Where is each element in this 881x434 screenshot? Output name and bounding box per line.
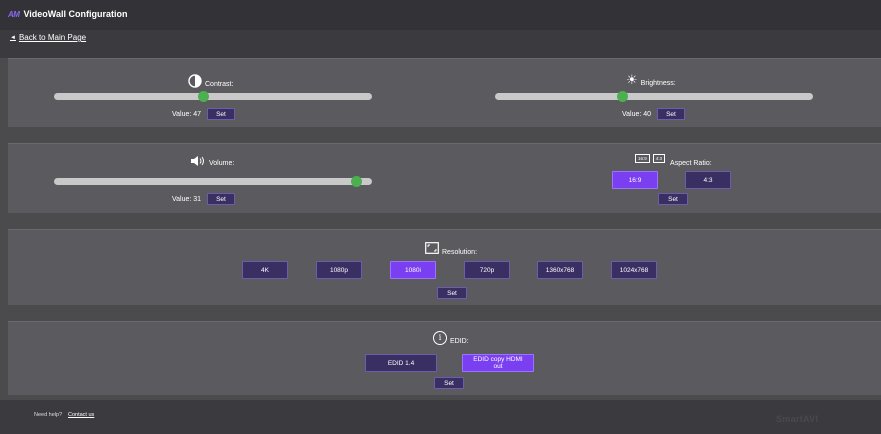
edid-set-button[interactable]: Set — [434, 377, 464, 389]
brightness-value-row: Value: 40 Set — [622, 108, 685, 120]
contact-us-link[interactable]: Contact us — [68, 412, 94, 418]
resolution-720p-button[interactable]: 720p — [464, 261, 510, 279]
app-title: AM VideoWall Configuration — [8, 9, 127, 19]
back-to-main-link[interactable]: ◄ Back to Main Page — [10, 33, 86, 42]
contrast-slider[interactable] — [54, 91, 372, 102]
brightness-label-text: Brightness: — [640, 80, 676, 87]
resolution-set-button[interactable]: Set — [437, 287, 467, 299]
resolution-label-text: Resolution: — [442, 249, 478, 256]
brightness-slider-handle[interactable] — [616, 91, 628, 102]
volume-set-button[interactable]: Set — [207, 193, 235, 205]
title-bar: AM VideoWall Configuration — [0, 0, 881, 30]
resolution-icon — [425, 241, 439, 254]
aspect-43-icon: 4:3 — [652, 154, 666, 163]
aspect-ratio-label-text: Aspect Ratio: — [670, 160, 712, 167]
volume-value: Value: 31 — [172, 195, 202, 203]
volume-label-text: Volume: — [209, 160, 235, 167]
resolution-1080i-button[interactable]: 1080i — [390, 261, 436, 279]
nav-bar: ◄ Back to Main Page — [0, 30, 881, 58]
brightness-label: ☀ Brightness: — [626, 72, 676, 87]
back-arrow-icon: ◄ — [10, 34, 16, 41]
volume-label: Volume: — [190, 154, 234, 167]
aspect-ratio-label: 16:9 4:3 Aspect Ratio: — [635, 150, 712, 167]
contrast-slider-handle[interactable] — [197, 91, 209, 102]
volume-value-row: Value: 31 Set — [172, 193, 235, 205]
info-icon: i — [433, 330, 447, 345]
back-link-label: Back to Main Page — [18, 33, 87, 42]
logo: AM — [8, 9, 20, 19]
edid-label: i EDID: — [433, 330, 469, 345]
aspect-set-button[interactable]: Set — [658, 193, 688, 205]
edid-label-text: EDID: — [450, 338, 469, 345]
resolution-label: Resolution: — [425, 239, 477, 256]
volume-aspect-panel: Volume: Value: 31 Set 16:9 4:3 Aspect Ra… — [8, 143, 881, 213]
footer: Need help? Contact us SmartAVI — [0, 400, 881, 434]
resolution-1360x768-button[interactable]: 1360x768 — [537, 261, 583, 279]
resolution-1080p-button[interactable]: 1080p — [316, 261, 362, 279]
contrast-value-row: Value: 47 Set — [172, 108, 235, 120]
edid-14-button[interactable]: EDID 1.4 — [365, 354, 437, 372]
aspect-169-button[interactable]: 16:9 — [612, 171, 658, 189]
contrast-set-button[interactable]: Set — [207, 108, 235, 120]
brand-logo: SmartAVI — [776, 414, 819, 424]
contrast-icon — [188, 73, 202, 88]
page-title: VideoWall Configuration — [23, 9, 128, 19]
speaker-icon — [191, 155, 204, 166]
brightness-icon: ☀ — [626, 72, 638, 87]
aspect-169-icon: 16:9 — [635, 154, 650, 163]
brightness-slider[interactable] — [495, 91, 813, 102]
help-text: Need help? — [34, 412, 63, 418]
brightness-value: Value: 40 — [622, 110, 652, 118]
contrast-brightness-panel: Contrast: Value: 47 Set ☀ Brightness: Va… — [8, 58, 881, 127]
aspect-43-button[interactable]: 4:3 — [685, 171, 731, 189]
edid-panel: i EDID: EDID 1.4 EDID copy HDMI out Set — [8, 321, 881, 395]
contrast-value: Value: 47 — [172, 110, 202, 118]
volume-slider[interactable] — [54, 176, 372, 187]
resolution-4k-button[interactable]: 4K — [242, 261, 288, 279]
resolution-1024x768-button[interactable]: 1024x768 — [611, 261, 657, 279]
edid-copy-hdmi-out-button[interactable]: EDID copy HDMI out — [462, 354, 534, 372]
resolution-panel: Resolution: 4K 1080p 1080i 720p 1360x768… — [8, 229, 881, 305]
volume-slider-handle[interactable] — [350, 176, 362, 187]
contrast-label-text: Contrast: — [205, 81, 234, 88]
brightness-set-button[interactable]: Set — [657, 108, 685, 120]
contrast-label: Contrast: — [188, 73, 233, 88]
